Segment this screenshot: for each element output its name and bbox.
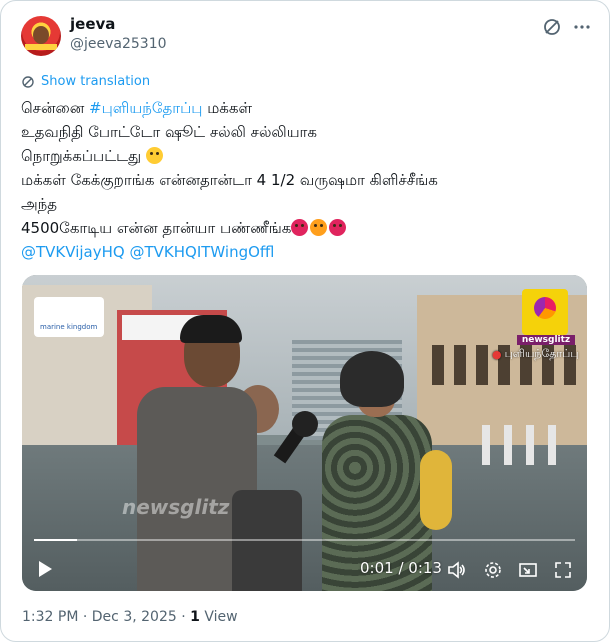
avatar[interactable] bbox=[21, 16, 61, 56]
video-helmet bbox=[340, 351, 404, 407]
tweet-line-6: 4500கோடிய என்ன தான்யா பண்ணீங்க bbox=[21, 216, 591, 240]
brand-label: newsglitz bbox=[517, 335, 575, 345]
tweet-time[interactable]: 1:32 PM bbox=[22, 609, 78, 625]
video-sign: marine kingdom bbox=[34, 297, 104, 337]
video-progress-bar[interactable] bbox=[34, 539, 575, 541]
fullscreen-icon[interactable] bbox=[553, 560, 573, 580]
volume-icon[interactable] bbox=[447, 560, 467, 580]
gear-icon[interactable] bbox=[483, 560, 503, 580]
tweet-meta: 1:32 PM · Dec 3, 2025 · 1 View bbox=[22, 609, 238, 625]
tweet-line-1-prefix: சென்னை bbox=[21, 99, 90, 117]
tweet-line-4: மக்கள் கேக்குறாங்க என்னதான்டா 4 1/2 வருஷ… bbox=[21, 171, 438, 189]
view-count: 1 bbox=[190, 609, 200, 625]
author-handle[interactable]: @jeeva25310 bbox=[70, 36, 167, 52]
show-translation-label[interactable]: Show translation bbox=[41, 74, 150, 89]
tweet-line-3: நொறுக்கப்பட்டது bbox=[21, 144, 591, 168]
video-location: ● புளியந்தோப்பு bbox=[492, 347, 579, 362]
more-icon[interactable] bbox=[572, 17, 592, 37]
mad-emoji-icon bbox=[310, 219, 328, 236]
tweet-line-1: சென்னை #புளியந்தோப்பு மக்கள் bbox=[21, 96, 591, 120]
tweet-line-2: உதவநிதி போட்டோ ஷூட் சல்லி சல்லியாக bbox=[21, 123, 317, 141]
pip-icon[interactable] bbox=[518, 560, 538, 580]
show-translation-link[interactable]: Show translation bbox=[21, 74, 150, 89]
meta-separator: · bbox=[181, 609, 191, 625]
video-location-label: புளியந்தோப்பு bbox=[504, 347, 579, 360]
video-player[interactable]: marine kingdom newsglitz ● புளியந்தோப்பு… bbox=[22, 275, 587, 591]
translate-icon bbox=[22, 75, 34, 88]
video-watermark: newsglitz bbox=[122, 495, 230, 519]
avatar-face bbox=[33, 26, 49, 44]
tweet-card[interactable]: jeeva @jeeva25310 Show translation சென்ன… bbox=[0, 0, 610, 642]
author-name[interactable]: jeeva bbox=[70, 15, 115, 33]
avatar-band bbox=[25, 44, 57, 50]
laughing-emoji-icon bbox=[145, 147, 163, 164]
tweet-line-5: அந்த bbox=[21, 195, 58, 213]
tweet-date[interactable]: Dec 3, 2025 bbox=[92, 609, 177, 625]
grok-icon[interactable] bbox=[542, 17, 562, 37]
video-mic bbox=[292, 411, 318, 437]
tweet-line-3-text: நொறுக்கப்பட்டது bbox=[21, 147, 142, 165]
angry-emoji-icon bbox=[291, 219, 309, 236]
video-person bbox=[420, 450, 452, 530]
tweet-line-1-suffix: மக்கள் bbox=[202, 99, 253, 117]
tweet-line-7: @TVKVijayHQ @TVKHQITWingOffl bbox=[21, 240, 591, 264]
location-pin-icon: ● bbox=[492, 348, 502, 361]
view-label: View bbox=[204, 609, 238, 625]
video-time: 0:01 / 0:13 bbox=[360, 559, 442, 577]
video-progress-fill bbox=[34, 539, 78, 541]
meta-separator: · bbox=[82, 609, 92, 625]
mention-link[interactable]: @TVKVijayHQ bbox=[21, 243, 125, 261]
hashtag-link[interactable]: #புளியந்தோப்பு bbox=[89, 99, 202, 117]
tweet-text: சென்னை #புளியந்தோப்பு மக்கள் உதவநிதி போட… bbox=[21, 96, 591, 264]
mention-link[interactable]: @TVKHQITWingOffl bbox=[129, 243, 274, 261]
brand-logo-icon bbox=[522, 289, 568, 335]
angry-emoji-icon bbox=[329, 219, 347, 236]
video-walkers bbox=[482, 425, 562, 465]
play-icon[interactable] bbox=[36, 560, 54, 578]
video-sign-text: marine kingdom bbox=[40, 323, 98, 331]
tweet-line-6-text: 4500கோடிய என்ன தான்யா பண்ணீங்க bbox=[21, 219, 292, 237]
video-person-hair bbox=[180, 315, 242, 343]
